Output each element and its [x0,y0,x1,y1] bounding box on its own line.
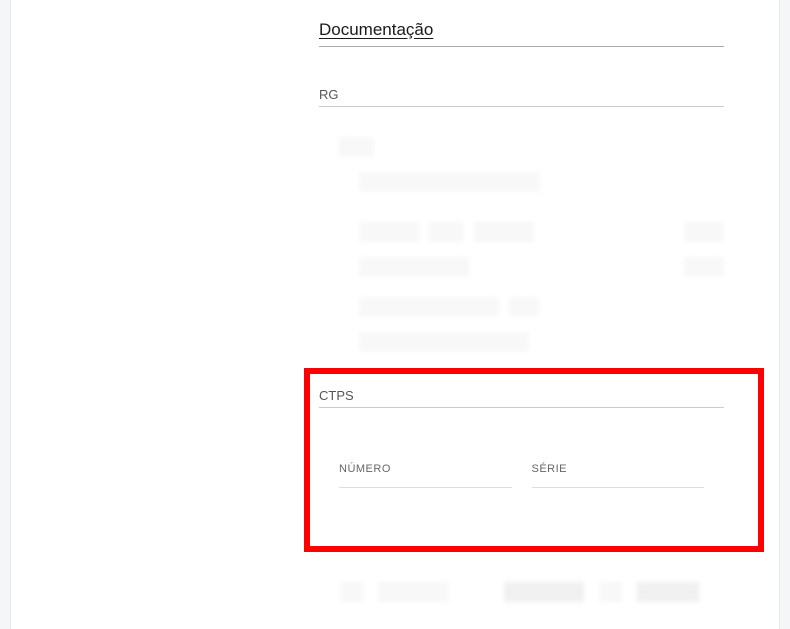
blur-placeholder [429,222,464,242]
subsection-rg: RG [319,87,724,107]
form-container: Documentação RG [10,0,780,629]
blur-placeholder [509,297,539,317]
section-title-documentacao: Documentação [319,20,724,47]
form-content: Documentação RG [319,20,724,352]
blur-placeholder [359,257,469,277]
blur-placeholder [341,582,363,602]
blur-placeholder [359,297,499,317]
blur-placeholder [637,582,699,602]
blur-placeholder [359,222,419,242]
blur-placeholder [339,137,374,157]
blur-placeholder [599,582,621,602]
blur-placeholder [684,257,724,277]
bottom-blurred-area [341,582,699,602]
subsection-ctps: CTPS [319,388,724,408]
blur-placeholder [359,172,539,192]
blur-placeholder [378,582,449,602]
blur-placeholder [359,332,529,352]
rg-fields-blurred [339,137,724,352]
ctps-field-row: NÚMERO SÉRIE [319,463,724,488]
field-numero[interactable]: NÚMERO [339,463,512,488]
blur-placeholder [684,222,724,242]
field-label-numero: NÚMERO [339,463,512,488]
blur-placeholder [504,582,584,602]
field-serie[interactable]: SÉRIE [532,463,705,488]
ctps-section: CTPS NÚMERO SÉRIE [319,388,724,488]
field-label-serie: SÉRIE [532,463,705,488]
blur-placeholder [474,222,534,242]
